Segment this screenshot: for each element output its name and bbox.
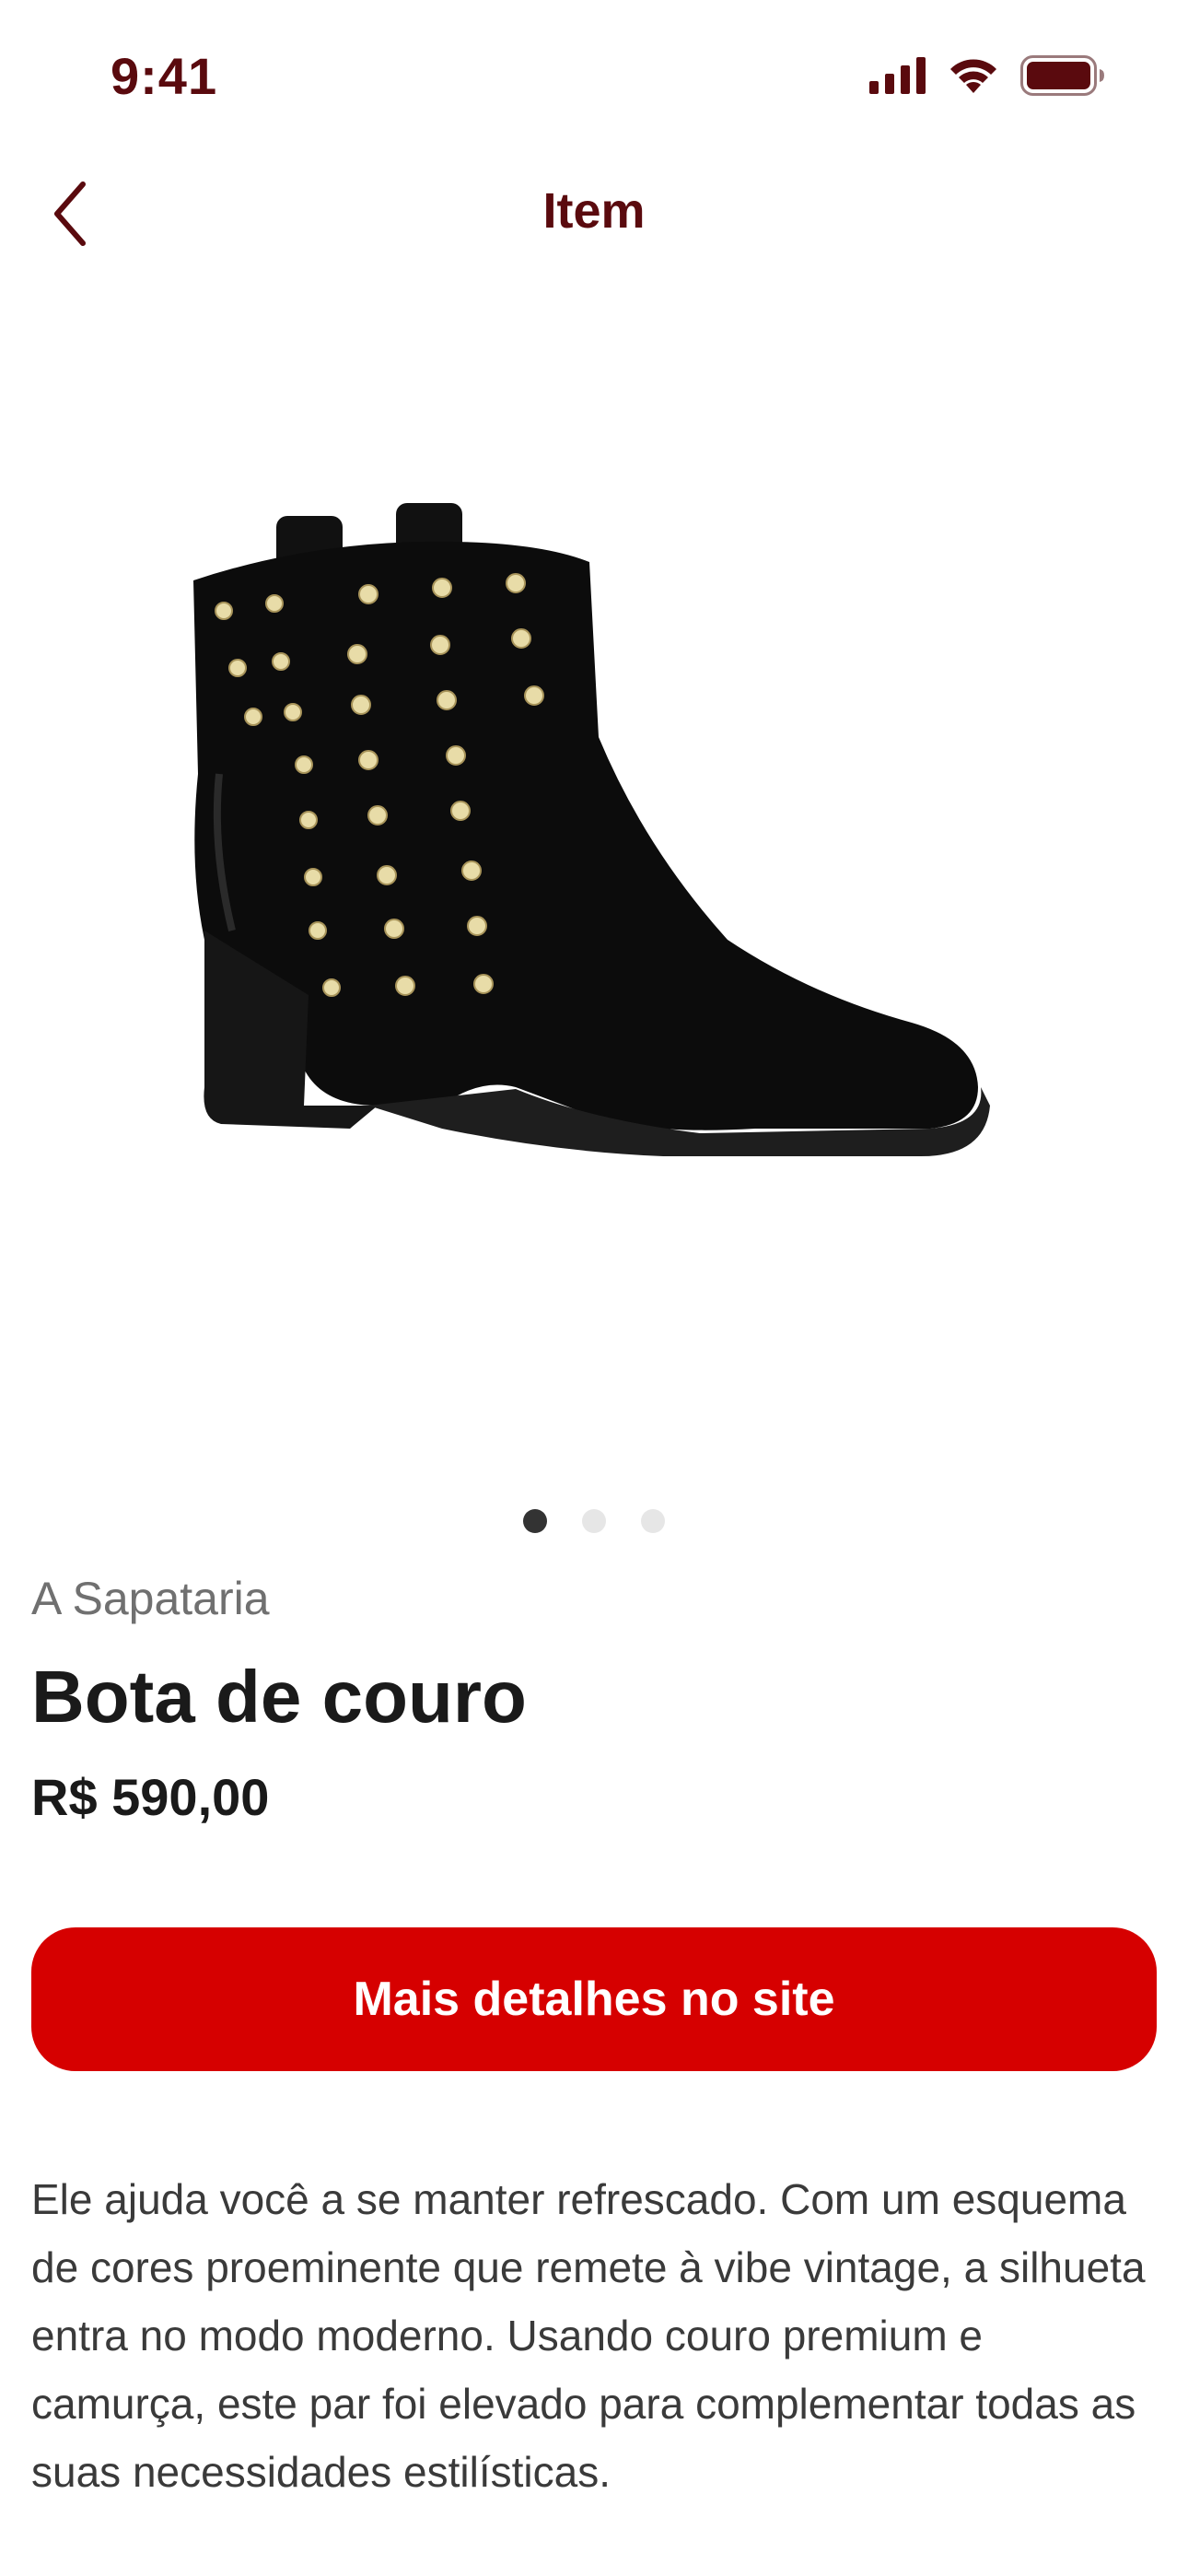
carousel-dot-2[interactable] [582,1509,606,1533]
boot-image [193,503,990,1156]
carousel-dot-1[interactable] [523,1509,547,1533]
product-title: Bota de couro [31,1656,527,1738]
status-time: 9:41 [111,47,218,105]
nav-header: Item [0,157,1188,267]
status-bar: 9:41 [0,0,1188,157]
page-title: Item [542,183,646,239]
product-image[interactable] [0,295,1188,1474]
wifi-icon [950,59,996,93]
carousel-pagination [0,1509,1188,1533]
store-name: A Sapataria [31,1573,270,1624]
carousel-dot-3[interactable] [641,1509,665,1533]
battery-icon [1020,55,1104,96]
product-description: Ele ajuda você a se manter refrescado. C… [31,2175,1146,2496]
cellular-signal-icon [869,57,926,94]
product-price: R$ 590,00 [31,1768,270,1826]
status-icons [869,55,1105,96]
more-details-button[interactable]: Mais detalhes no site [31,1927,1157,2071]
